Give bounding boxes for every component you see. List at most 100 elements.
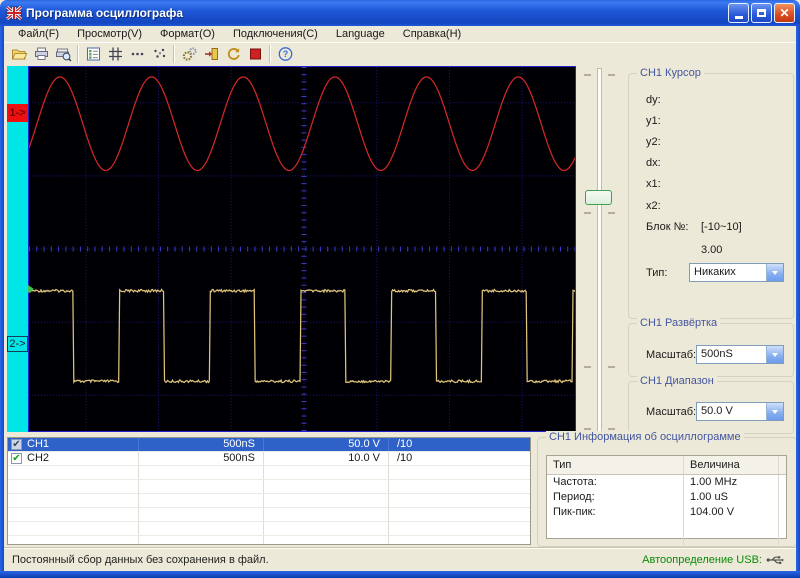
block-range-value: [-10~10] — [701, 221, 742, 233]
grid-icon — [107, 46, 124, 62]
stop-acquisition-button[interactable] — [244, 44, 266, 64]
svg-text:?: ? — [282, 49, 288, 59]
grid-button[interactable] — [104, 44, 126, 64]
ch1-sweep: 500nS — [139, 438, 264, 451]
channel-list-button[interactable] — [82, 44, 104, 64]
slider-tick — [584, 212, 591, 214]
print-button[interactable] — [30, 44, 52, 64]
ch2-probe: /10 — [389, 452, 530, 465]
group-title: CH1 Курсор — [637, 67, 704, 79]
cursor-y1-label: y1: — [646, 115, 661, 127]
help-icon: ? — [277, 46, 294, 62]
range-scale-dropdown[interactable]: 50.0 V — [696, 402, 784, 421]
ch1-range: 50.0 V — [264, 438, 389, 451]
block-number-label: Блок №: — [646, 221, 688, 233]
chevron-down-icon — [772, 271, 778, 275]
title-bar[interactable]: Программа осциллографа ✕ — [0, 0, 800, 26]
empty-row — [8, 508, 530, 522]
channels-table: ✔ CH1 500nS 50.0 V /10 ✔ CH2 500nS 10.0 … — [7, 437, 531, 545]
ch2-range: 10.0 V — [264, 452, 389, 465]
cursor-y2-label: y2: — [646, 136, 661, 148]
minimize-button[interactable] — [728, 3, 749, 23]
dropdown-button[interactable] — [766, 403, 783, 420]
info-col-type: Тип — [547, 456, 684, 474]
empty-row — [8, 494, 530, 508]
toolbar-separator — [173, 45, 175, 63]
cursor-type-value: Никаких — [690, 264, 766, 281]
slider-tick — [608, 428, 615, 430]
empty-row — [8, 536, 530, 545]
refresh-icon — [225, 46, 242, 62]
ch2-checkbox[interactable]: ✔ — [11, 453, 22, 464]
channel-list-icon — [85, 46, 102, 62]
info-table: Тип Величина Частота:1.00 MHz Период:1.0… — [546, 455, 787, 539]
ch1-name: CH1 — [27, 438, 49, 451]
menu-language[interactable]: Language — [328, 27, 393, 41]
cursor-dx-label: dx: — [646, 157, 661, 169]
cursor-type-label: Тип: — [646, 267, 667, 279]
vertical-slider-thumb[interactable] — [585, 190, 612, 205]
gears-icon — [181, 46, 198, 62]
usb-icon — [766, 554, 784, 566]
group-title: CH1 Диапазон — [637, 375, 717, 387]
dots-icon — [129, 46, 146, 62]
slider-tick — [608, 74, 615, 76]
ch1-checkbox[interactable]: ✔ — [11, 439, 22, 450]
print-preview-button[interactable] — [52, 44, 74, 64]
oscillogram-info-group: CH1 Информация об осциллограмме Тип Вели… — [537, 437, 797, 547]
info-row-peak: Пик-пик:104.00 V — [547, 505, 786, 520]
cursor-dy-label: dy: — [646, 94, 661, 106]
ch2-position-marker[interactable]: 2-> — [7, 336, 28, 352]
app-icon — [6, 5, 22, 21]
waveform-svg — [29, 67, 575, 431]
menu-help[interactable]: Справка(H) — [395, 27, 469, 41]
block-number-value: 3.00 — [701, 244, 722, 256]
ch1-position-marker[interactable]: 1-> — [7, 104, 28, 122]
menu-file[interactable]: Файл(F) — [10, 27, 67, 41]
menu-bar: Файл(F) Просмотр(V) Формат(О) Подключени… — [4, 26, 796, 42]
slider-tick — [608, 212, 615, 214]
menu-connections[interactable]: Подключения(C) — [225, 27, 326, 41]
info-col-value: Величина — [684, 456, 779, 474]
ch1-sweep-group: CH1 Развёртка Масштаб: 500nS — [628, 323, 794, 377]
measure-dots-button[interactable] — [126, 44, 148, 64]
open-folder-icon — [11, 46, 28, 62]
help-button[interactable]: ? — [274, 44, 296, 64]
maximize-button[interactable] — [751, 3, 772, 23]
empty-row — [8, 466, 530, 480]
sample-points-icon — [151, 46, 168, 62]
ch1-cursor-group: CH1 Курсор dy: y1: y2: dx: x1: x2: Блок … — [628, 73, 794, 319]
dropdown-button[interactable] — [766, 346, 783, 363]
menu-format[interactable]: Формат(О) — [152, 27, 223, 41]
range-scale-label: Масштаб: — [646, 406, 696, 418]
cursor-type-dropdown[interactable]: Никаких — [689, 263, 784, 282]
refresh-button[interactable] — [222, 44, 244, 64]
ch2-name: CH2 — [27, 452, 49, 465]
connect-device-button[interactable] — [200, 44, 222, 64]
window-border — [0, 571, 800, 578]
app-window: Программа осциллографа ✕ Файл(F) Просмот… — [0, 0, 800, 578]
sample-points-button[interactable] — [148, 44, 170, 64]
menu-view[interactable]: Просмотр(V) — [69, 27, 150, 41]
sweep-scale-dropdown[interactable]: 500nS — [696, 345, 784, 364]
stop-icon — [247, 46, 264, 62]
table-row-ch1[interactable]: ✔ CH1 500nS 50.0 V /10 — [8, 438, 530, 452]
open-file-button[interactable] — [8, 44, 30, 64]
cursor-x2-label: x2: — [646, 200, 661, 212]
print-preview-icon — [55, 46, 72, 62]
close-button[interactable]: ✕ — [774, 3, 795, 23]
slider-tick — [608, 366, 615, 368]
info-row-period: Период:1.00 uS — [547, 490, 786, 505]
range-scale-value: 50.0 V — [697, 403, 766, 420]
settings-button[interactable] — [178, 44, 200, 64]
slider-tick — [584, 366, 591, 368]
vertical-slider-track[interactable] — [597, 68, 602, 437]
printer-icon — [33, 46, 50, 62]
window-title: Программа осциллографа — [26, 6, 183, 20]
ch2-sweep: 500nS — [139, 452, 264, 465]
dropdown-button[interactable] — [766, 264, 783, 281]
cursor-x1-label: x1: — [646, 178, 661, 190]
empty-row — [8, 522, 530, 536]
table-row-ch2[interactable]: ✔ CH2 500nS 10.0 V /10 — [8, 452, 530, 466]
sweep-scale-label: Масштаб: — [646, 349, 696, 361]
